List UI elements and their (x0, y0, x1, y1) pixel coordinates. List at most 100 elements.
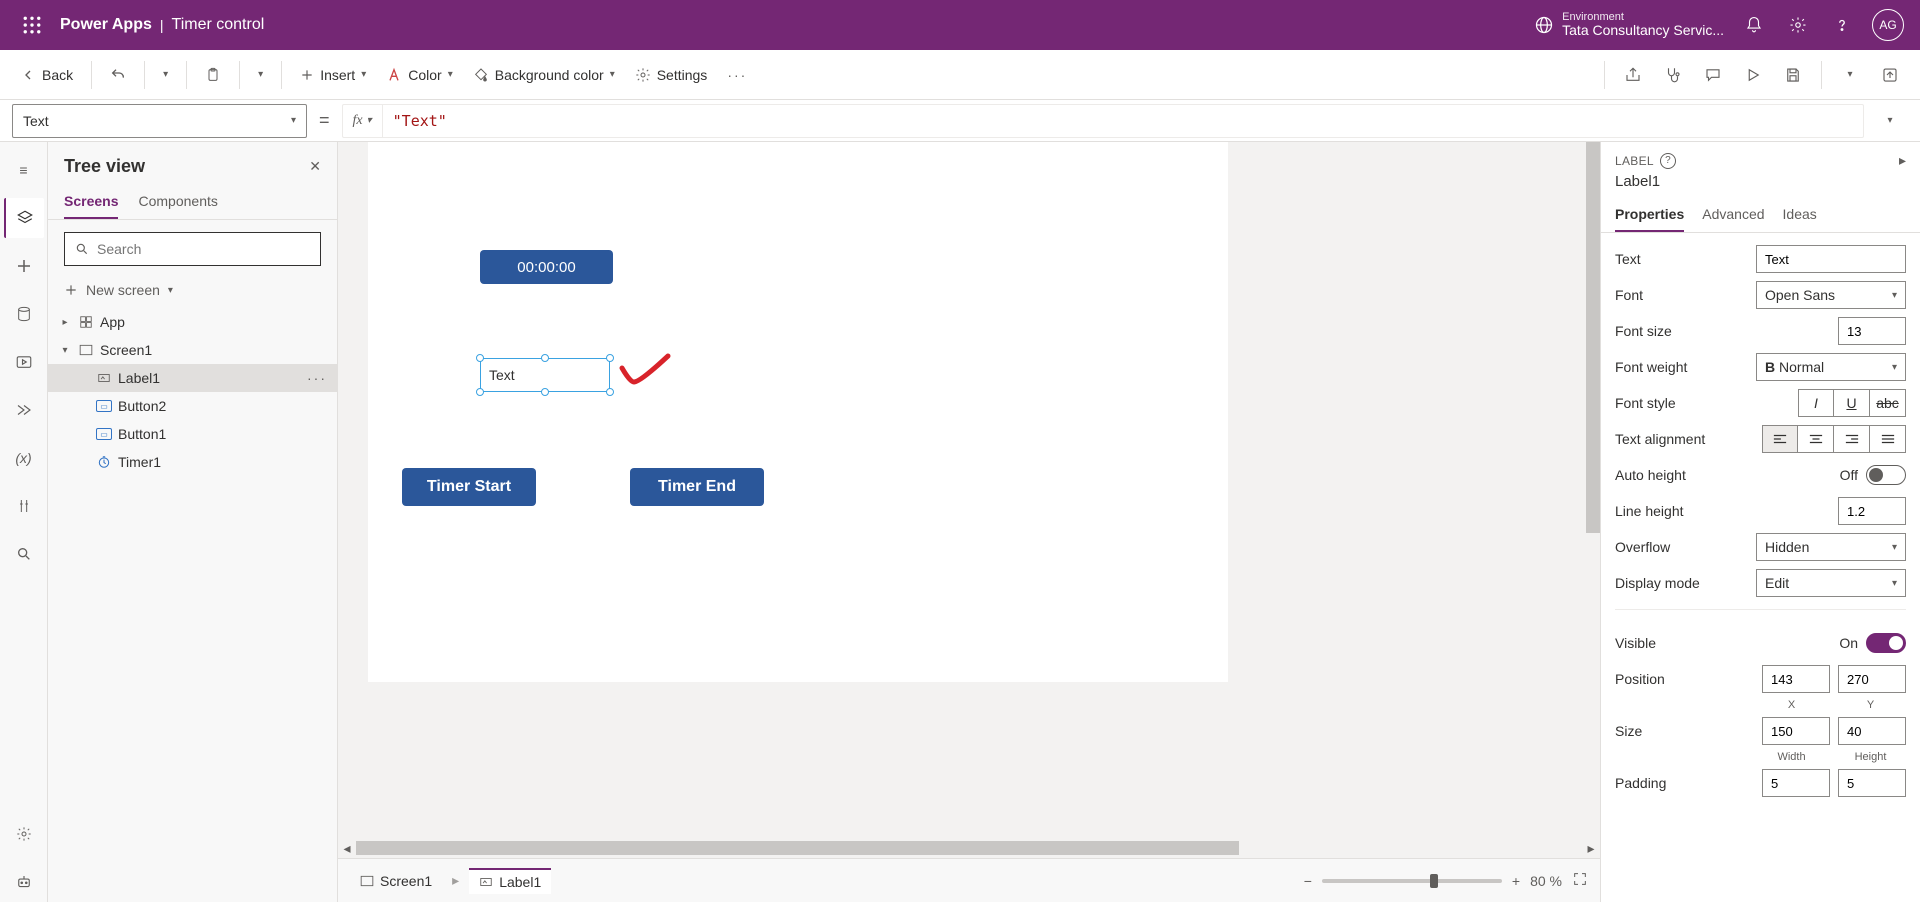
tab-screens[interactable]: Screens (64, 185, 118, 219)
undo-history-dropdown[interactable]: ▾ (155, 65, 176, 84)
text-input[interactable] (1756, 245, 1906, 273)
fontweight-select[interactable]: B Normal▾ (1756, 353, 1906, 381)
autoheight-toggle[interactable] (1866, 465, 1906, 485)
tab-properties[interactable]: Properties (1615, 198, 1684, 232)
font-select[interactable]: Open Sans▾ (1756, 281, 1906, 309)
comments-button[interactable] (1695, 57, 1731, 93)
size-width-input[interactable] (1762, 717, 1830, 745)
rail-hamburger[interactable]: ≡ (4, 150, 44, 190)
rail-settings[interactable] (4, 814, 44, 854)
scrollbar-thumb[interactable] (1586, 142, 1600, 533)
fontsize-input[interactable] (1838, 317, 1906, 345)
position-x-input[interactable] (1762, 665, 1830, 693)
new-screen-button[interactable]: New screen ▾ (48, 278, 337, 308)
zoom-out-button[interactable]: − (1304, 873, 1312, 889)
align-center-button[interactable] (1798, 425, 1834, 453)
design-canvas[interactable]: 00:00:00 Text Timer Start Timer End (368, 142, 1228, 682)
tab-ideas[interactable]: Ideas (1783, 198, 1817, 232)
align-right-button[interactable] (1834, 425, 1870, 453)
tree-node-app[interactable]: ▸ App (48, 308, 337, 336)
canvas-label-selected[interactable]: Text (480, 358, 610, 392)
align-left-button[interactable] (1762, 425, 1798, 453)
overflow-menu[interactable]: ··· (719, 63, 755, 87)
rail-insert[interactable] (4, 246, 44, 286)
formula-value[interactable]: "Text" (383, 112, 457, 130)
rail-variables[interactable]: (x) (4, 438, 44, 478)
canvas-button-end[interactable]: Timer End (630, 468, 764, 506)
align-justify-button[interactable] (1870, 425, 1906, 453)
app-checker-button[interactable] (1655, 57, 1691, 93)
formula-expand-button[interactable]: ▾ (1872, 115, 1908, 126)
insert-menu[interactable]: Insert ▾ (292, 63, 374, 87)
fx-button[interactable]: fx▾ (343, 105, 383, 137)
rail-ask-virtual-agent[interactable] (4, 862, 44, 902)
environment-picker[interactable]: Environment Tata Consultancy Servic... (1534, 11, 1724, 38)
help-icon[interactable] (1820, 3, 1864, 47)
rail-power-automate[interactable] (4, 390, 44, 430)
tree-search-input[interactable] (97, 241, 310, 257)
position-y-input[interactable] (1838, 665, 1906, 693)
displaymode-select[interactable]: Edit▾ (1756, 569, 1906, 597)
paste-options-dropdown[interactable]: ▾ (250, 65, 271, 84)
publish-button[interactable] (1872, 57, 1908, 93)
underline-button[interactable]: U (1834, 389, 1870, 417)
control-help-icon[interactable]: ? (1660, 153, 1676, 169)
rail-data[interactable] (4, 294, 44, 334)
user-avatar[interactable]: AG (1872, 9, 1904, 41)
back-button[interactable]: Back (12, 63, 81, 87)
resize-handle[interactable] (541, 354, 549, 362)
app-launcher-icon[interactable] (8, 1, 56, 49)
canvas-timer-control[interactable]: 00:00:00 (480, 250, 613, 284)
rail-search[interactable] (4, 534, 44, 574)
settings-menu[interactable]: Settings (627, 63, 716, 87)
zoom-in-button[interactable]: + (1512, 873, 1520, 889)
slider-knob[interactable] (1430, 874, 1438, 888)
resize-handle[interactable] (476, 388, 484, 396)
crumb-screen1[interactable]: Screen1 (350, 869, 442, 893)
rail-advanced-tools[interactable] (4, 486, 44, 526)
notifications-icon[interactable] (1732, 3, 1776, 47)
rail-media[interactable] (4, 342, 44, 382)
canvas-button-start[interactable]: Timer Start (402, 468, 536, 506)
fit-to-screen-button[interactable] (1572, 871, 1588, 890)
tree-node-label1[interactable]: Label1 ··· (48, 364, 337, 392)
resize-handle[interactable] (606, 354, 614, 362)
tree-node-screen1[interactable]: ▾ Screen1 (48, 336, 337, 364)
padding-b-input[interactable] (1838, 769, 1906, 797)
scrollbar-thumb[interactable] (356, 841, 1239, 855)
canvas-scroll[interactable]: 00:00:00 Text Timer Start Timer End (338, 142, 1600, 838)
tree-search[interactable] (64, 232, 321, 266)
rail-tree-view[interactable] (4, 198, 44, 238)
scroll-right-icon[interactable]: ▸ (1582, 840, 1600, 857)
control-name[interactable]: Label1 (1601, 173, 1920, 198)
resize-handle[interactable] (541, 388, 549, 396)
tree-close-button[interactable]: ✕ (309, 158, 321, 175)
preview-button[interactable] (1735, 57, 1771, 93)
tree-node-button1[interactable]: ▭ Button1 (48, 420, 337, 448)
color-menu[interactable]: Color ▾ (378, 63, 461, 87)
italic-button[interactable]: I (1798, 389, 1834, 417)
tab-advanced[interactable]: Advanced (1702, 198, 1764, 232)
bgcolor-menu[interactable]: Background color ▾ (465, 63, 623, 87)
overflow-select[interactable]: Hidden▾ (1756, 533, 1906, 561)
panel-collapse-icon[interactable]: ▸ (1899, 152, 1906, 169)
vertical-scrollbar[interactable] (1586, 142, 1600, 794)
size-height-input[interactable] (1838, 717, 1906, 745)
padding-a-input[interactable] (1762, 769, 1830, 797)
crumb-label1[interactable]: Label1 (469, 868, 551, 894)
save-button[interactable] (1775, 57, 1811, 93)
tree-node-timer1[interactable]: Timer1 (48, 448, 337, 476)
zoom-slider[interactable] (1322, 879, 1502, 883)
node-more-button[interactable]: ··· (307, 370, 327, 386)
lineheight-input[interactable] (1838, 497, 1906, 525)
undo-button[interactable] (102, 63, 134, 87)
property-selector[interactable]: Text ▾ (12, 104, 307, 138)
horizontal-scrollbar[interactable]: ◂ ▸ (338, 838, 1600, 858)
tree-node-button2[interactable]: ▭ Button2 (48, 392, 337, 420)
resize-handle[interactable] (606, 388, 614, 396)
visible-toggle[interactable] (1866, 633, 1906, 653)
resize-handle[interactable] (476, 354, 484, 362)
paste-button[interactable] (197, 63, 229, 87)
strikethrough-button[interactable]: abc (1870, 389, 1906, 417)
tab-components[interactable]: Components (138, 185, 217, 219)
